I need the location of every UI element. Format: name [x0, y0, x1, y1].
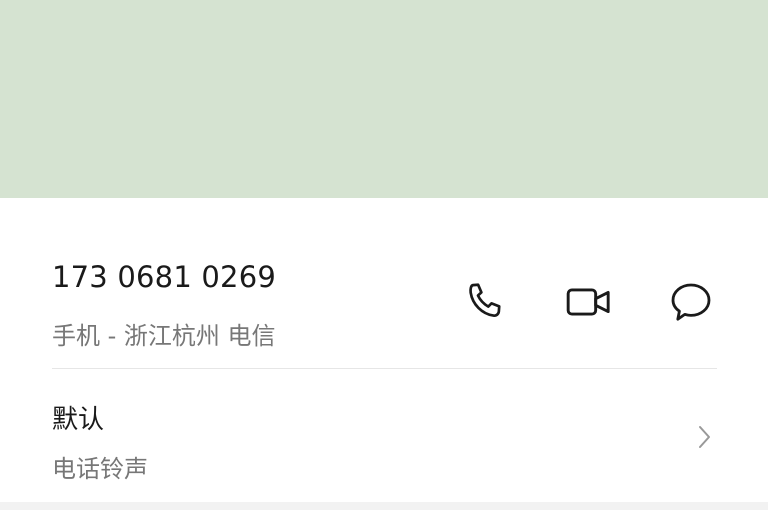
ringtone-label: 电话铃声	[52, 455, 148, 483]
chat-bubble-icon	[667, 278, 715, 326]
phone-icon	[463, 279, 509, 325]
call-button[interactable]	[462, 278, 510, 326]
phone-number: 173 0681 0269	[52, 260, 276, 294]
contact-detail-screen: 173 0681 0269 手机 - 浙江杭州 电信 默认 电话铃声	[0, 0, 768, 510]
phone-type-location: 手机 - 浙江杭州 电信	[52, 322, 276, 350]
contact-header-banner	[0, 0, 768, 198]
ringtone-setting-row[interactable]: 默认 电话铃声	[0, 369, 768, 501]
phone-number-row[interactable]: 173 0681 0269 手机 - 浙江杭州 电信	[0, 198, 768, 369]
send-message-button[interactable]	[667, 278, 715, 326]
ringtone-value: 默认	[52, 405, 105, 435]
chevron-right-icon	[692, 421, 716, 453]
video-call-button[interactable]	[565, 278, 613, 326]
section-separator	[0, 502, 768, 510]
video-camera-icon	[564, 277, 614, 327]
